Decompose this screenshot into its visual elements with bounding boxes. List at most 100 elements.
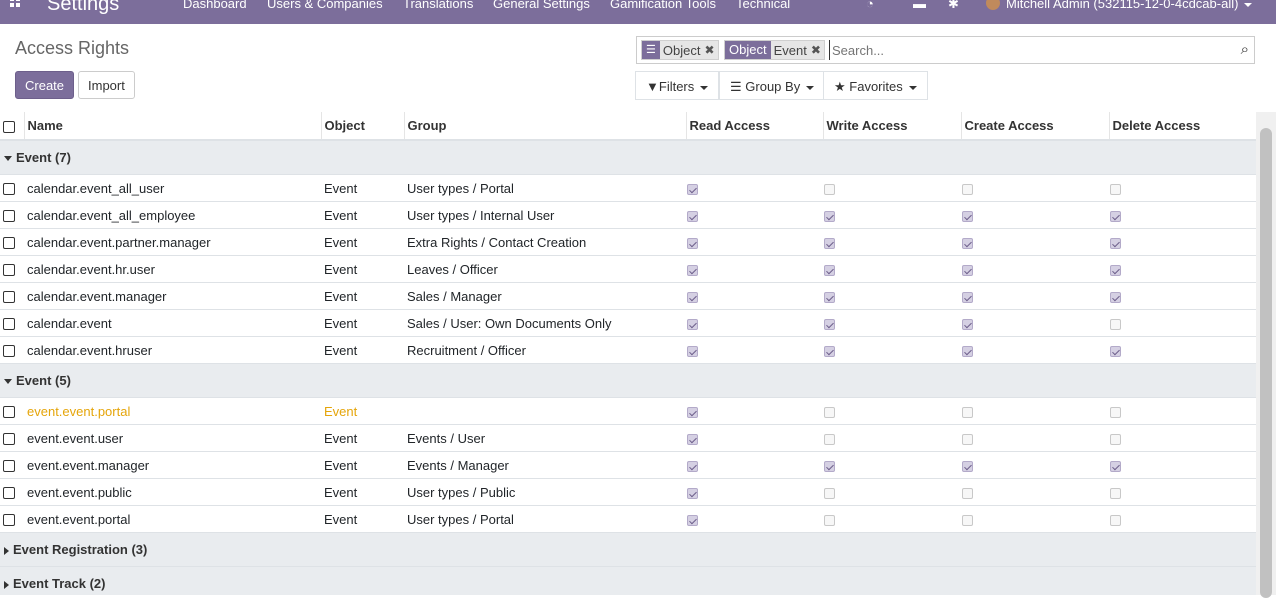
cell-group: User types / Portal <box>404 174 686 202</box>
scrollbar-thumb[interactable] <box>1260 128 1272 598</box>
column-header-read[interactable]: Read Access <box>685 112 823 141</box>
user-menu[interactable]: Mitchell Admin (532115-12-0-4cdcab-all) <box>986 0 1253 14</box>
search-input[interactable] <box>829 40 1232 60</box>
column-header-name[interactable]: Name <box>23 112 321 141</box>
app-brand[interactable]: Settings <box>47 0 119 17</box>
close-icon[interactable]: ✖ <box>703 43 717 57</box>
table-row[interactable]: calendar.event_all_user Event User types /… <box>0 174 1256 202</box>
table-row[interactable]: event.event.portal Event User types / Port… <box>0 505 1256 533</box>
write-access-checkbox <box>824 487 835 499</box>
chat-icon[interactable]: ▬ <box>913 0 926 14</box>
table-row[interactable]: event.event.manager Event Events / Manager <box>0 451 1256 479</box>
row-select-cell[interactable] <box>0 255 24 283</box>
cell-object: Event <box>321 174 404 202</box>
menu-users-companies[interactable]: Users & Companies <box>267 0 383 14</box>
cell-delete-access <box>1109 228 1256 256</box>
row-checkbox[interactable] <box>3 264 15 277</box>
row-select-cell[interactable] <box>0 201 24 229</box>
table-row[interactable]: event.event.portal Event <box>0 397 1256 425</box>
row-checkbox[interactable] <box>3 291 15 304</box>
row-checkbox[interactable] <box>3 210 15 223</box>
import-button[interactable]: Import <box>78 71 135 99</box>
table-row[interactable]: calendar.event.hruser Event Recruitment / … <box>0 336 1256 364</box>
cell-read-access <box>686 228 823 256</box>
search-icon[interactable]: ⌕ <box>1241 41 1249 58</box>
favorites-dropdown[interactable]: ★ Favorites <box>823 71 928 100</box>
column-header-delete[interactable]: Delete Access <box>1108 112 1256 141</box>
group-label: Event (7) <box>16 150 71 165</box>
row-checkbox[interactable] <box>3 514 15 527</box>
cell-delete-access <box>1109 255 1256 283</box>
row-select-cell[interactable] <box>0 505 24 533</box>
apps-grid-icon[interactable] <box>10 0 21 8</box>
activity-clock-icon[interactable]: ◔ <box>866 0 874 14</box>
row-select-cell[interactable] <box>0 309 24 337</box>
row-checkbox[interactable] <box>3 345 15 358</box>
table-row[interactable]: calendar.event.partner.manager Event Extra… <box>0 228 1256 256</box>
row-checkbox[interactable] <box>3 406 15 419</box>
table-row[interactable]: event.event.public Event User types / Publ… <box>0 478 1256 506</box>
close-icon[interactable]: ✖ <box>810 43 824 57</box>
search-view[interactable]: ☰ Object ✖ Object Event ✖ ⌕ <box>636 36 1255 64</box>
cell-group: Events / Manager <box>404 451 686 479</box>
group-row[interactable]: Event (7) <box>0 139 1256 175</box>
cell-name: event.event.manager <box>24 451 321 479</box>
search-facet-object[interactable]: ☰ Object ✖ <box>641 40 719 60</box>
table-row[interactable]: event.event.user Event Events / User <box>0 424 1256 452</box>
chevron-down-icon <box>700 85 709 90</box>
menu-translations[interactable]: Translations <box>403 0 473 14</box>
column-header-object[interactable]: Object <box>320 112 404 141</box>
group-row[interactable]: Event Track (2) <box>0 566 1256 595</box>
read-access-checkbox <box>687 487 698 499</box>
table-row[interactable]: calendar.event Event Sales / User: Own Doc… <box>0 309 1256 337</box>
select-all-checkbox[interactable] <box>3 120 15 133</box>
menu-general-settings[interactable]: General Settings <box>493 0 590 14</box>
table-row[interactable]: calendar.event.manager Event Sales / Manag… <box>0 282 1256 310</box>
row-checkbox[interactable] <box>3 237 15 250</box>
delete-access-checkbox <box>1110 345 1121 357</box>
facet-value: Object <box>662 42 701 58</box>
column-header-group[interactable]: Group <box>403 112 686 141</box>
groupby-dropdown[interactable]: ☰ Group By <box>719 71 826 100</box>
menu-gamification-tools[interactable]: Gamification Tools <box>610 0 716 14</box>
row-select-cell[interactable] <box>0 174 24 202</box>
row-select-cell[interactable] <box>0 397 24 425</box>
cell-create-access <box>961 451 1109 479</box>
group-row[interactable]: Event Registration (3) <box>0 532 1256 567</box>
column-header-create[interactable]: Create Access <box>960 112 1109 141</box>
row-select-cell[interactable] <box>0 451 24 479</box>
write-access-checkbox <box>824 210 835 222</box>
group-row[interactable]: Event (5) <box>0 363 1256 398</box>
row-checkbox[interactable] <box>3 460 15 473</box>
select-all-checkbox-cell[interactable] <box>0 112 24 141</box>
row-select-cell[interactable] <box>0 424 24 452</box>
create-button[interactable]: Create <box>15 71 75 99</box>
bug-icon[interactable]: ✱ <box>948 0 959 14</box>
row-checkbox[interactable] <box>3 487 15 500</box>
search-facet-object-event[interactable]: Object Event ✖ <box>724 40 825 60</box>
row-checkbox[interactable] <box>3 318 15 331</box>
column-header-write[interactable]: Write Access <box>822 112 961 141</box>
menu-dashboard[interactable]: Dashboard <box>183 0 247 14</box>
scrollbar[interactable] <box>1256 112 1276 598</box>
table-row[interactable]: calendar.event.hr.user Event Leaves / Offi… <box>0 255 1256 283</box>
create-access-checkbox <box>962 345 973 357</box>
row-checkbox[interactable] <box>3 433 15 446</box>
menu-technical[interactable]: Technical <box>736 0 790 14</box>
row-checkbox[interactable] <box>3 183 15 196</box>
row-select-cell[interactable] <box>0 282 24 310</box>
row-select-cell[interactable] <box>0 478 24 506</box>
row-select-cell[interactable] <box>0 336 24 364</box>
cell-object: Event <box>321 478 404 506</box>
cell-object: Event <box>321 282 404 310</box>
filters-dropdown[interactable]: ▼Filters <box>635 71 720 100</box>
cell-name: event.event.public <box>24 478 321 506</box>
cell-object: Event <box>321 451 404 479</box>
read-access-checkbox <box>687 514 698 526</box>
create-access-checkbox <box>962 487 973 499</box>
row-select-cell[interactable] <box>0 228 24 256</box>
create-access-checkbox <box>962 514 973 526</box>
read-access-checkbox <box>687 291 698 303</box>
table-row[interactable]: calendar.event_all_employee Event User typ… <box>0 201 1256 229</box>
cell-delete-access <box>1109 336 1256 364</box>
